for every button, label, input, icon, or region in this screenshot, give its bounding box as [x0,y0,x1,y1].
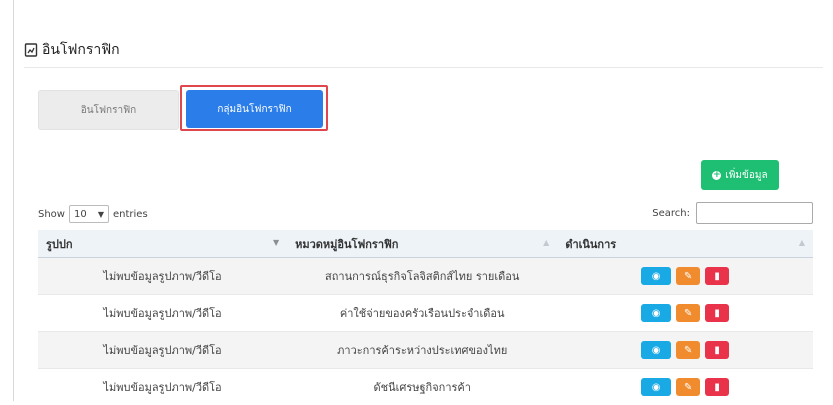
column-header-label: รูปปก [46,238,73,251]
tab-infographic-group[interactable]: กลุ่มอินโฟกราฟิก [186,90,323,128]
view-button[interactable]: ◉ [641,378,671,396]
column-header-label: หมวดหมู่อินโฟกราฟิก [295,238,398,251]
delete-button[interactable]: ▮ [705,341,729,359]
table-row: ไม่พบข้อมูลรูปภาพ/วีดีโอ ค่าใช้จ่ายของคร… [38,295,813,332]
edit-icon: ✎ [684,271,692,282]
edit-button[interactable]: ✎ [676,341,700,359]
column-header-actions[interactable]: ดำเนินการ ▲︎ [557,230,813,258]
category-cell: สถานการณ์ธุรกิจโลจิสติกส์ไทย รายเดือน [287,258,557,295]
category-cell: ค่าใช้จ่ายของครัวเรือนประจำเดือน [287,295,557,332]
eye-icon: ◉ [652,382,661,393]
infographic-group-table: รูปปก ▼ หมวดหมู่อินโฟกราฟิก ▲︎ ดำเนินการ… [38,230,813,405]
edit-button[interactable]: ✎ [676,267,700,285]
page-length-select[interactable]: 10 ▼ [69,205,109,223]
document-chart-icon [24,43,38,57]
page-title-text: อินโฟกราฟิก [42,39,120,61]
page-length-control: Show 10 ▼ entries [38,205,148,223]
view-button[interactable]: ◉ [641,341,671,359]
column-header-cover[interactable]: รูปปก ▼ [38,230,287,258]
delete-button[interactable]: ▮ [705,304,729,322]
category-cell: ดัชนีเศรษฐกิจการค้า [287,369,557,405]
table-row: ไม่พบข้อมูลรูปภาพ/วีดีโอ สถานการณ์ธุรกิจ… [38,258,813,295]
trash-icon: ▮ [714,382,720,393]
edit-button[interactable]: ✎ [676,304,700,322]
chevron-down-icon: ▼ [98,210,104,219]
view-button[interactable]: ◉ [641,267,671,285]
delete-button[interactable]: ▮ [705,267,729,285]
search-input[interactable] [696,202,813,224]
eye-icon: ◉ [652,345,661,356]
edit-icon: ✎ [684,345,692,356]
page-length-value: 10 [74,209,87,220]
edit-button[interactable]: ✎ [676,378,700,396]
sort-icon: ▲︎ [799,238,805,247]
search-label: Search: [652,208,690,219]
table-row: ไม่พบข้อมูลรูปภาพ/วีดีโอ ภาวะการค้าระหว่… [38,332,813,369]
cover-cell: ไม่พบข้อมูลรูปภาพ/วีดีโอ [38,258,287,295]
column-header-label: ดำเนินการ [565,238,616,251]
delete-button[interactable]: ▮ [705,378,729,396]
tab-infographic-label: อินโฟกราฟิก [81,103,136,118]
actions-cell: ◉ ✎ ▮ [557,369,813,405]
edit-icon: ✎ [684,308,692,319]
plus-circle-icon: + [712,171,721,180]
cover-cell: ไม่พบข้อมูลรูปภาพ/วีดีโอ [38,369,287,405]
search-control: Search: [652,202,813,224]
table-header-row: รูปปก ▼ หมวดหมู่อินโฟกราฟิก ▲︎ ดำเนินการ… [38,230,813,258]
page-title: อินโฟกราฟิก [24,39,120,61]
tab-infographic-group-label: กลุ่มอินโฟกราฟิก [217,102,291,117]
sort-icon: ▲︎ [543,238,549,247]
entries-label: entries [113,209,148,220]
view-button[interactable]: ◉ [641,304,671,322]
actions-cell: ◉ ✎ ▮ [557,295,813,332]
category-cell: ภาวะการค้าระหว่างประเทศของไทย [287,332,557,369]
edit-icon: ✎ [684,382,692,393]
trash-icon: ▮ [714,345,720,356]
table-row: ไม่พบข้อมูลรูปภาพ/วีดีโอ ดัชนีเศรษฐกิจกา… [38,369,813,405]
cover-cell: ไม่พบข้อมูลรูปภาพ/วีดีโอ [38,332,287,369]
show-label: Show [38,209,65,220]
trash-icon: ▮ [714,308,720,319]
title-divider [24,67,823,68]
actions-cell: ◉ ✎ ▮ [557,332,813,369]
actions-cell: ◉ ✎ ▮ [557,258,813,295]
add-data-label: เพิ่มข้อมูล [725,168,767,183]
trash-icon: ▮ [714,271,720,282]
column-header-category[interactable]: หมวดหมู่อินโฟกราฟิก ▲︎ [287,230,557,258]
frame-border [13,0,14,401]
sort-desc-icon: ▼ [273,238,279,247]
add-data-button[interactable]: + เพิ่มข้อมูล [701,160,779,190]
cover-cell: ไม่พบข้อมูลรูปภาพ/วีดีโอ [38,295,287,332]
tab-infographic[interactable]: อินโฟกราฟิก [38,90,179,130]
eye-icon: ◉ [652,308,661,319]
eye-icon: ◉ [652,271,661,282]
